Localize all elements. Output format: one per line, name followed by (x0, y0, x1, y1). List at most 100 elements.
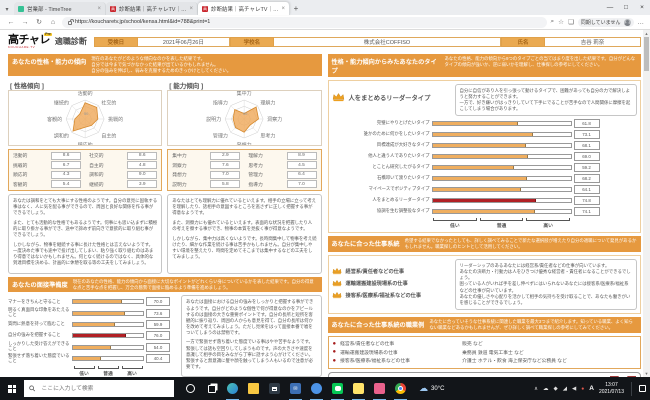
onedrive-icon[interactable]: ☁ (543, 386, 549, 392)
collections-icon[interactable]: ❏ (568, 18, 574, 26)
back-icon[interactable]: ← (6, 19, 16, 26)
bar-row: 明るく真面目な印象をあたえること 73.6 (8, 308, 176, 318)
bar-value: 54.0 (146, 342, 170, 352)
line-icon[interactable] (327, 377, 348, 400)
bar-row: 完璧にやりとげたいタイプ 61.8 (332, 119, 638, 129)
taskbar-search[interactable] (24, 380, 174, 397)
tray-app-icon[interactable]: ● (581, 386, 584, 392)
browser-tab[interactable]: 営業部 - TimeTree × (14, 2, 106, 15)
close-button[interactable]: × (634, 4, 650, 11)
bar-value: 64.1 (573, 185, 600, 195)
koucharetv-logo[interactable]: 高チャレ Pre KOUCHARE.TV (8, 32, 52, 49)
taskbar-clock[interactable]: 13:07 2021/07/13 (599, 382, 624, 395)
field-value: 2021年06月26日 (137, 36, 230, 47)
score-row: 順応的 4.3 (13, 170, 82, 179)
windows-taskbar: ✉ ☁ 30°C ∧ ☁ ◆ ◢ ◀ ● A 13:07 2021/07/13 (0, 377, 650, 400)
bar-row: 石橋叩いて渡りたいタイプ 68.2 (332, 174, 638, 184)
score-label: 理解力 (248, 154, 263, 160)
bar-value: 68.1 (573, 141, 600, 151)
axis-bracket (526, 218, 571, 222)
score-row: 自主的 4.8 (89, 161, 158, 170)
browser-tab[interactable]: 高診断結果｜高チャレTV｜【関西学× (106, 2, 198, 15)
score-value: 7.0 (210, 170, 241, 179)
bar-row: 目標達成が大好きなタイプ 68.1 (332, 141, 638, 151)
score-label: 社交的 (89, 154, 104, 160)
teams-glyph (311, 383, 322, 394)
forward-icon[interactable]: → (20, 19, 30, 26)
bar-value: 74.1 (573, 207, 600, 217)
page-scrollbar[interactable]: ▲ ▼ (643, 30, 650, 377)
tab-close-icon[interactable]: × (189, 6, 193, 12)
bar-row: 他人と違う人でありたいタイプ 69.0 (332, 152, 638, 162)
interview-banner: あなたの面接準備度 現在のあなたの性格、能力の傾向から面接に大切なポイントがどれ… (8, 276, 322, 293)
scroll-up-icon[interactable]: ▲ (643, 30, 650, 37)
occupations-note: あなたに合っていそうな仕事系統に関連した職業を最大3つまで紹介します。知っている… (429, 318, 633, 330)
store-icon[interactable] (264, 377, 285, 400)
bar-track (72, 322, 144, 328)
volume-icon[interactable]: ◀ (572, 386, 576, 392)
bar-label: マナーをきちんと守ること (8, 298, 61, 304)
bar-label: 人をまとめるリーダータイプ (372, 197, 430, 203)
chrome-icon[interactable] (390, 377, 411, 400)
axis-bracket (97, 365, 119, 369)
search-icon[interactable]: ⌕ (551, 18, 555, 26)
sync-profile-button[interactable]: 同期していません (577, 17, 634, 27)
occupation-row: ● 経営系/責任者などの仕事 販売 など (333, 340, 637, 348)
url-text: https://koucharetv.jp/school/kensa.html&… (75, 19, 211, 25)
scale-label: 高い (127, 371, 137, 377)
taskbar-weather[interactable]: ☁ 30°C (419, 384, 444, 393)
score-row: 集中力 2.9 (172, 151, 241, 160)
url-field[interactable]: https://koucharetv.jp/school/kensa.html&… (62, 16, 547, 28)
refresh-icon[interactable]: ↻ (34, 18, 44, 26)
scale-axis (72, 365, 144, 369)
start-button[interactable] (0, 377, 24, 400)
new-tab-button[interactable]: + (290, 4, 302, 13)
photos-icon[interactable] (369, 377, 390, 400)
personality-radar-panel: [ 性格傾向 ] 活動的社交的挑戦的自主的順応的 調和的 客観的 継続的 50 (8, 79, 163, 148)
ime-icon[interactable]: A (589, 385, 594, 392)
right-column: 性格・能力傾向からみたあなたのタイプ あなたの性格、能力の傾向から9つのタイプご… (327, 54, 641, 377)
bar-fill (432, 133, 534, 137)
score-row: 客観的 5.4 (13, 180, 82, 189)
job-item: 経営系/責任者などの仕事 (332, 267, 450, 275)
bar-value: 59.2 (573, 163, 600, 173)
cortana-icon[interactable] (180, 377, 201, 400)
occupation-row: ● 接客系/医療系/福祉系などの仕事 介護士 ホテル・飲食 海上保安庁など公務員 な… (333, 357, 637, 365)
favorites-star-icon[interactable]: ☆ (558, 18, 564, 26)
scroll-thumb[interactable] (644, 37, 649, 71)
score-label: 洞察力 (172, 163, 187, 169)
teams-icon[interactable] (306, 377, 327, 400)
notes-icon[interactable] (348, 377, 369, 400)
minimize-button[interactable]: — (602, 4, 618, 11)
explorer-icon[interactable] (243, 377, 264, 400)
score-label: 管理力 (248, 173, 263, 179)
score-label: 活動的 (13, 154, 28, 160)
tab-close-icon[interactable]: × (97, 6, 101, 12)
taskview-icon[interactable] (201, 377, 222, 400)
network-icon[interactable]: ◢ (563, 386, 567, 392)
score-value: 5.4 (51, 180, 82, 189)
tab-title: 診断結果｜高チャレTV｜【関西学 (119, 6, 187, 13)
logo-text: 高チャレ (8, 33, 50, 46)
types-title: 性格・能力傾向からみたあなたのタイプ (331, 59, 437, 75)
kouchare-favicon: 高 (202, 5, 208, 12)
browser-tab[interactable]: 高診断結果｜高チャレTV｜【関西学× (198, 2, 290, 15)
menu-dots-icon[interactable]: … (638, 19, 645, 26)
maximize-button[interactable]: □ (618, 4, 634, 11)
bar-label: 完璧にやりとげたいタイプ (376, 120, 430, 126)
score-value: 5.8 (210, 180, 241, 189)
mail-icon[interactable]: ✉ (285, 377, 306, 400)
bar-track (72, 333, 144, 339)
action-center-icon[interactable] (639, 385, 646, 392)
edge-icon[interactable] (222, 377, 243, 400)
shield-icon[interactable]: ◆ (554, 386, 558, 392)
scale-label: 高い (543, 224, 553, 230)
scroll-down-icon[interactable]: ▼ (643, 370, 650, 377)
home-icon[interactable]: ⌂ (48, 19, 58, 26)
bar-fill (432, 144, 527, 148)
comment-paragraph: しかしながら、物事を継続する事に長けた性格とは言えないようです。一度決めた事でも… (13, 241, 154, 266)
chevron-up-icon[interactable]: ∧ (534, 386, 538, 392)
taskbar-search-input[interactable] (39, 384, 169, 393)
tab-close-icon[interactable]: × (281, 6, 285, 12)
tab-list-icon[interactable]: ▾ (0, 4, 14, 15)
